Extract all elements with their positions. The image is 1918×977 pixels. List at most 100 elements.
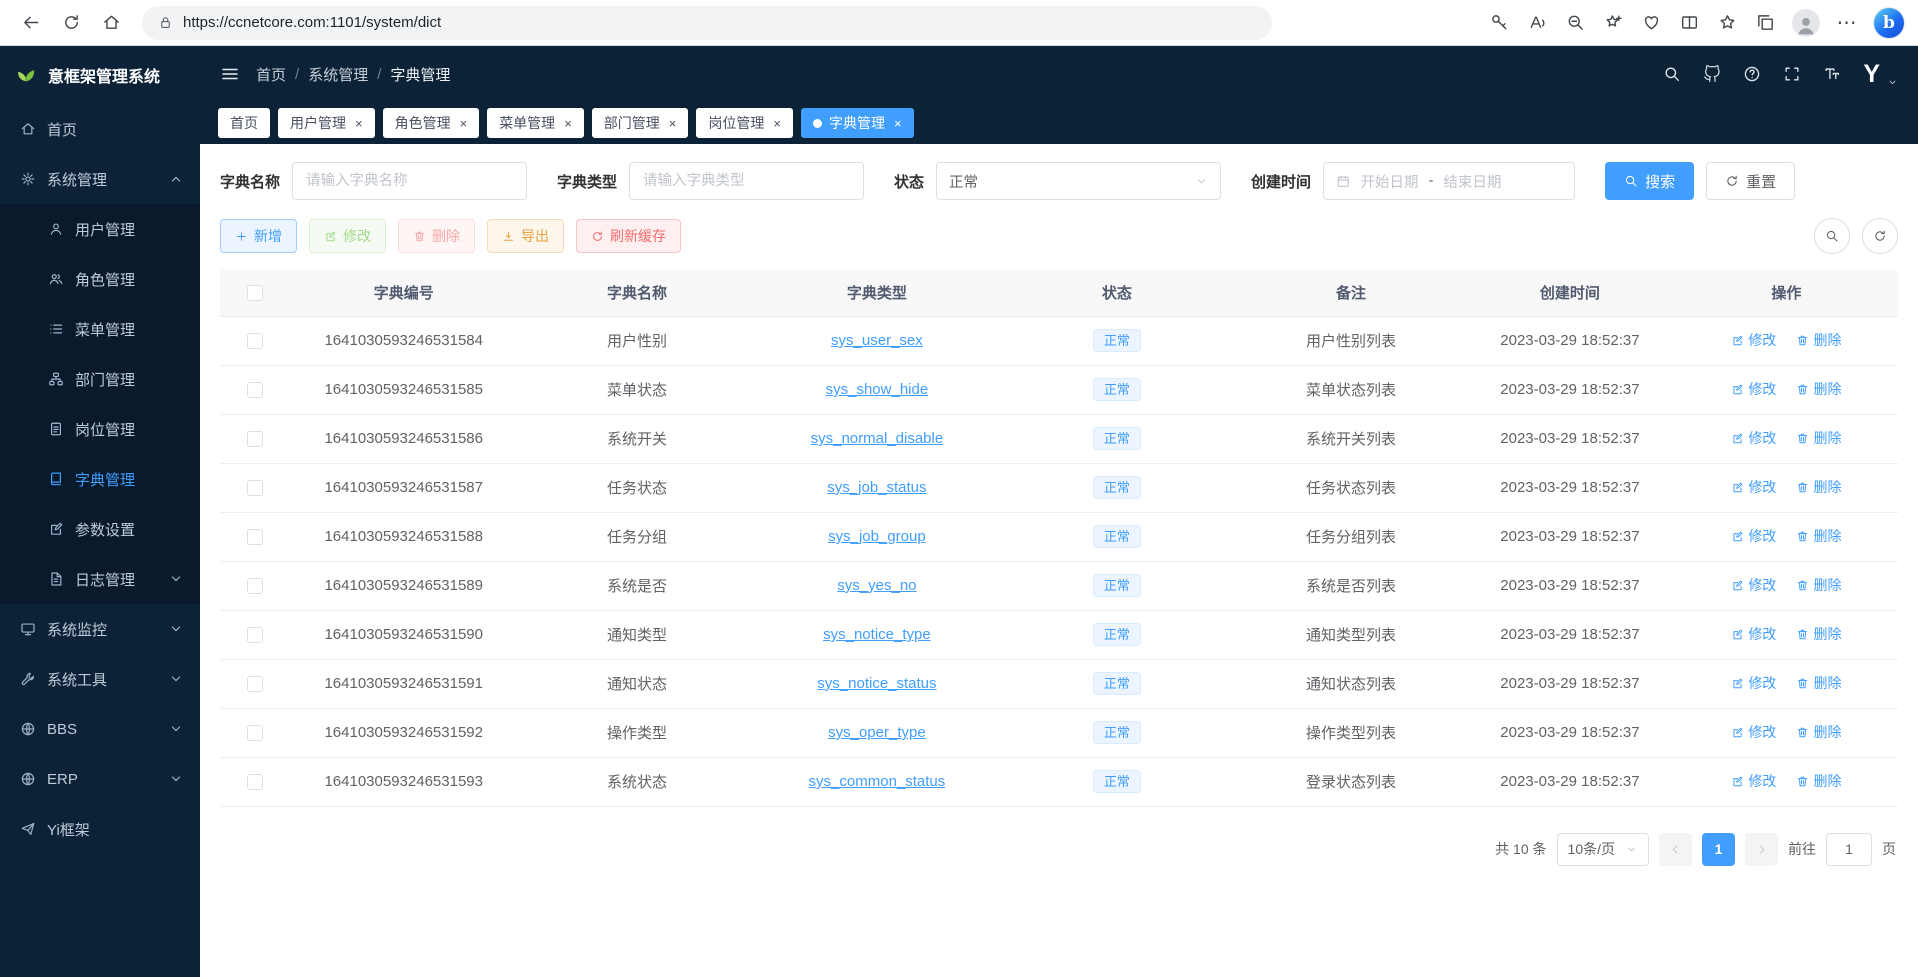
github-icon[interactable] (1703, 65, 1721, 83)
favorites-add-icon[interactable] (1596, 6, 1630, 40)
profile-avatar[interactable] (1792, 9, 1820, 37)
close-tab-icon[interactable]: × (564, 116, 572, 131)
browser-refresh-button[interactable] (54, 6, 88, 40)
zoom-icon[interactable] (1558, 6, 1592, 40)
sidebar-menu-item[interactable]: 用户管理 (0, 204, 200, 254)
help-icon[interactable] (1743, 65, 1761, 83)
read-aloud-icon[interactable] (1520, 6, 1554, 40)
sidebar-menu-item[interactable]: 字典管理 (0, 454, 200, 504)
toggle-search-button[interactable] (1814, 218, 1850, 254)
favorites-bar-icon[interactable] (1710, 6, 1744, 40)
dict-type-link[interactable]: sys_job_status (827, 479, 926, 496)
row-edit-button[interactable]: 修改 (1731, 624, 1776, 644)
page-tab[interactable]: 字典管理 × (801, 108, 914, 138)
refresh-table-button[interactable] (1862, 218, 1898, 254)
dict-type-input[interactable] (629, 162, 864, 200)
row-edit-button[interactable]: 修改 (1731, 722, 1776, 742)
goto-page-input[interactable] (1826, 833, 1872, 866)
row-checkbox[interactable] (247, 676, 263, 692)
current-page[interactable]: 1 (1702, 833, 1735, 866)
row-checkbox[interactable] (247, 529, 263, 545)
browser-home-button[interactable] (94, 6, 128, 40)
row-edit-button[interactable]: 修改 (1731, 428, 1776, 448)
address-bar[interactable]: https://ccnetcore.com:1101/system/dict (142, 6, 1272, 40)
breadcrumb-item[interactable]: 首页/ (256, 64, 308, 85)
select-all-checkbox[interactable] (247, 285, 263, 301)
sidebar-menu-item[interactable]: 部门管理 (0, 354, 200, 404)
page-tab[interactable]: 部门管理 × (592, 108, 689, 138)
row-edit-button[interactable]: 修改 (1731, 330, 1776, 350)
key-icon[interactable] (1482, 6, 1516, 40)
browser-back-button[interactable] (14, 6, 48, 40)
export-button[interactable]: 导出 (487, 219, 564, 253)
row-delete-button[interactable]: 删除 (1796, 428, 1841, 448)
sidebar-menu-item[interactable]: 日志管理 (0, 554, 200, 604)
row-checkbox[interactable] (247, 774, 263, 790)
sidebar-menu-item[interactable]: 角色管理 (0, 254, 200, 304)
refresh-cache-button[interactable]: 刷新缓存 (576, 219, 681, 253)
close-tab-icon[interactable]: × (460, 116, 468, 131)
dict-type-link[interactable]: sys_yes_no (837, 577, 916, 594)
row-delete-button[interactable]: 删除 (1796, 526, 1841, 546)
user-menu-caret[interactable] (1887, 77, 1898, 88)
sidebar-menu-item[interactable]: 系统工具 (0, 654, 200, 704)
more-options-icon[interactable]: ⋯ (1830, 6, 1864, 40)
row-delete-button[interactable]: 删除 (1796, 575, 1841, 595)
row-edit-button[interactable]: 修改 (1731, 771, 1776, 791)
text-size-icon[interactable] (1823, 65, 1841, 83)
prev-page-button[interactable] (1659, 833, 1692, 866)
dict-type-link[interactable]: sys_common_status (809, 773, 946, 790)
split-screen-icon[interactable] (1672, 6, 1706, 40)
dict-type-link[interactable]: sys_notice_type (823, 626, 931, 643)
page-tab[interactable]: 岗位管理 × (696, 108, 793, 138)
sidebar-menu-item[interactable]: 系统监控 (0, 604, 200, 654)
dict-name-input[interactable] (292, 162, 527, 200)
page-tab[interactable]: 角色管理 × (383, 108, 480, 138)
close-tab-icon[interactable]: × (669, 116, 677, 131)
page-tab[interactable]: 菜单管理 × (487, 108, 584, 138)
close-tab-icon[interactable]: × (894, 116, 902, 131)
dict-type-link[interactable]: sys_notice_status (817, 675, 936, 692)
dict-type-link[interactable]: sys_job_group (828, 528, 926, 545)
row-delete-button[interactable]: 删除 (1796, 722, 1841, 742)
dict-type-link[interactable]: sys_user_sex (831, 332, 923, 349)
close-tab-icon[interactable]: × (355, 116, 363, 131)
next-page-button[interactable] (1745, 833, 1778, 866)
sidebar-menu-item[interactable]: ERP (0, 754, 200, 804)
add-button[interactable]: 新增 (220, 219, 297, 253)
row-edit-button[interactable]: 修改 (1731, 526, 1776, 546)
row-checkbox[interactable] (247, 431, 263, 447)
breadcrumb-item[interactable]: 字典管理/ (390, 64, 450, 85)
sidebar-menu-item[interactable]: 首页 (0, 104, 200, 154)
row-delete-button[interactable]: 删除 (1796, 477, 1841, 497)
row-checkbox[interactable] (247, 480, 263, 496)
row-delete-button[interactable]: 删除 (1796, 379, 1841, 399)
bing-chat-icon[interactable]: b (1874, 8, 1904, 38)
row-checkbox[interactable] (247, 333, 263, 349)
row-checkbox[interactable] (247, 382, 263, 398)
row-checkbox[interactable] (247, 578, 263, 594)
dict-type-link[interactable]: sys_show_hide (826, 381, 929, 398)
browser-essentials-icon[interactable] (1634, 6, 1668, 40)
close-tab-icon[interactable]: × (773, 116, 781, 131)
status-select[interactable]: 正常 (936, 162, 1221, 200)
sidebar-menu-item[interactable]: 参数设置 (0, 504, 200, 554)
search-button[interactable]: 搜索 (1605, 162, 1694, 200)
page-size-select[interactable]: 10条/页 (1557, 833, 1649, 866)
page-tab[interactable]: 用户管理 × (278, 108, 375, 138)
row-delete-button[interactable]: 删除 (1796, 624, 1841, 644)
row-edit-button[interactable]: 修改 (1731, 379, 1776, 399)
yi-logo[interactable]: Y (1863, 60, 1879, 89)
sidebar-menu-item[interactable]: Yi框架 (0, 804, 200, 854)
edit-button[interactable]: 修改 (309, 219, 386, 253)
page-tab[interactable]: 首页 × (218, 108, 270, 138)
dict-type-link[interactable]: sys_normal_disable (811, 430, 944, 447)
date-range-picker[interactable]: 开始日期 - 结束日期 (1323, 162, 1575, 200)
search-icon[interactable] (1663, 65, 1681, 83)
collections-icon[interactable] (1748, 6, 1782, 40)
sidebar-toggle[interactable] (220, 64, 240, 84)
delete-button[interactable]: 删除 (398, 219, 475, 253)
row-edit-button[interactable]: 修改 (1731, 673, 1776, 693)
row-delete-button[interactable]: 删除 (1796, 330, 1841, 350)
sidebar-menu-item[interactable]: 菜单管理 (0, 304, 200, 354)
